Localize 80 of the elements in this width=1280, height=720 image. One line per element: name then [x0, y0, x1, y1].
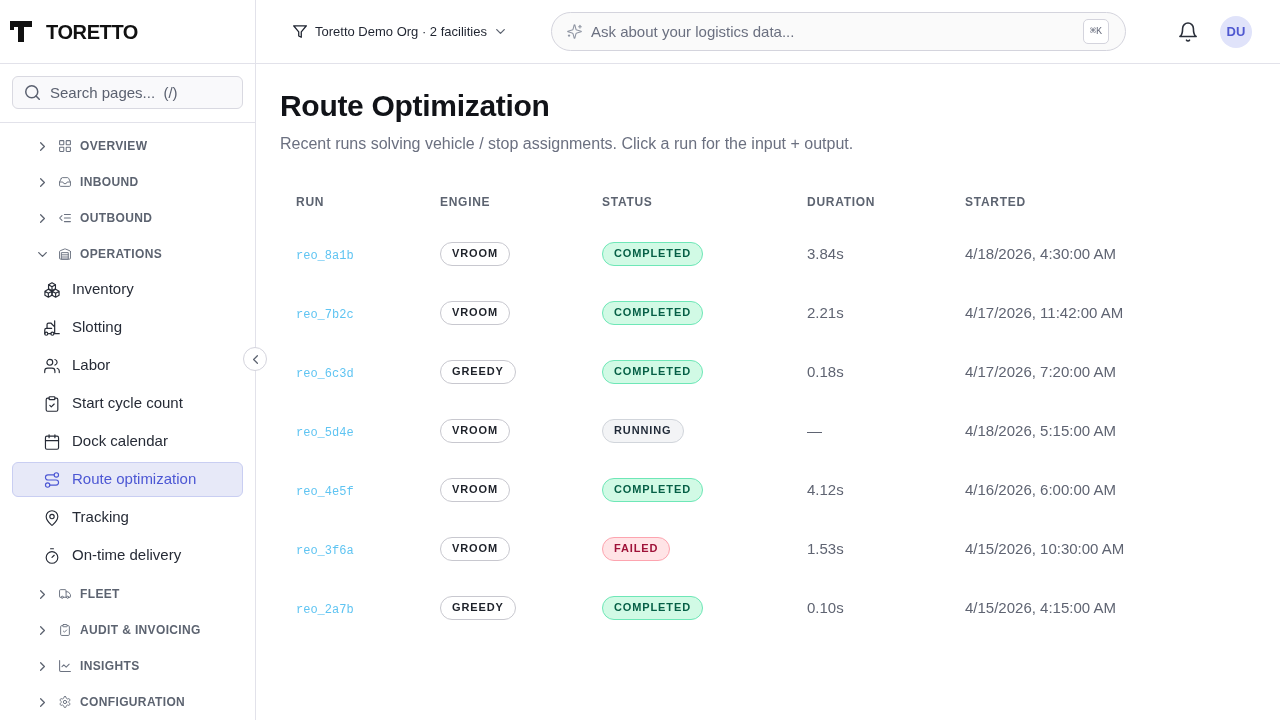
engine-tag: VROOM: [440, 241, 510, 266]
start-time-text: 4/15/2026, 10:30:00 AM: [965, 539, 1125, 557]
bell-icon: [1179, 21, 1197, 42]
duration-text: 4.12s: [807, 480, 844, 498]
stopwatch-icon: [44, 547, 60, 564]
search-field[interactable]: Search pages... (/): [12, 76, 243, 109]
chevron-down-icon: [495, 29, 505, 34]
duration-text: 0.10s: [807, 598, 844, 616]
status-tag: COMPLETED: [602, 359, 703, 384]
start-time-text: 4/16/2026, 6:00:00 AM: [965, 480, 1116, 498]
nav-section-toggle[interactable]: OVERVIEW: [12, 128, 243, 164]
shortcut-key: ⌘K: [1083, 19, 1109, 44]
truck-icon: [59, 588, 71, 600]
users-icon: [44, 357, 60, 374]
warehouse-icon: [59, 248, 71, 260]
nav-item[interactable]: Inventory: [12, 272, 243, 307]
filter-icon: [293, 25, 307, 38]
nav-section-toggle[interactable]: CONFIGURATION: [12, 684, 243, 720]
engine-tag: VROOM: [440, 477, 510, 502]
nav-section-toggle[interactable]: INBOUND: [12, 164, 243, 200]
inbox-icon: [59, 176, 71, 188]
start-time-text: 4/17/2026, 7:20:00 AM: [965, 362, 1116, 380]
clipboard-check-icon: [59, 624, 71, 636]
nav-item[interactable]: On-time delivery: [12, 538, 243, 573]
map-pin-icon: [44, 509, 60, 526]
page-description: Recent runs solving vehicle / stop assignments. Click a run for the input + output.: [280, 134, 854, 154]
chevron-left-icon: [252, 354, 258, 364]
duration-text: 2.21s: [807, 303, 844, 321]
duration-text: 1.53s: [807, 539, 844, 557]
forklift-icon: [44, 319, 60, 336]
settings-icon: [59, 696, 71, 708]
boxes-icon: [44, 281, 60, 298]
nav-item[interactable]: Slotting: [12, 310, 243, 345]
engine-tag: VROOM: [440, 418, 510, 443]
nav-item[interactable]: Labor: [12, 348, 243, 383]
status-tag: COMPLETED: [602, 477, 703, 502]
column-header: STATUS: [602, 195, 653, 209]
column-header: ENGINE: [440, 195, 491, 209]
clipboard-check-icon: [44, 395, 60, 412]
page-title: Route Optimization: [280, 88, 550, 124]
engine-tag: VROOM: [440, 536, 510, 561]
start-time-text: 4/18/2026, 4:30:00 AM: [965, 244, 1116, 262]
start-time-text: 4/17/2026, 11:42:00 AM: [965, 303, 1124, 321]
duration-text: —: [807, 421, 822, 439]
engine-tag: VROOM: [440, 300, 510, 325]
nav-section-toggle[interactable]: AUDIT & INVOICING: [12, 612, 243, 648]
status-tag: RUNNING: [602, 418, 684, 443]
nav-section-toggle[interactable]: FLEET: [12, 576, 243, 612]
engine-tag: GREEDY: [440, 359, 516, 384]
route-icon: [44, 471, 60, 488]
nav-section-toggle[interactable]: OPERATIONS: [12, 236, 243, 272]
engine-tag: GREEDY: [440, 595, 516, 620]
grid-icon: [59, 140, 71, 152]
start-time-text: 4/18/2026, 5:15:00 AM: [965, 421, 1116, 439]
line-chart-icon: [59, 660, 71, 672]
calendar-icon: [44, 433, 60, 450]
nav-item[interactable]: Route optimization: [12, 462, 243, 497]
list-arrow-icon: [59, 212, 71, 224]
status-tag: COMPLETED: [602, 595, 703, 620]
nav-section-toggle[interactable]: INSIGHTS: [12, 648, 243, 684]
user-avatar[interactable]: DU: [1220, 15, 1252, 48]
notifications-button[interactable]: [1179, 21, 1197, 42]
column-header: DURATION: [807, 195, 876, 209]
search-icon: [25, 85, 40, 100]
status-tag: COMPLETED: [602, 300, 703, 325]
nav-item[interactable]: Tracking: [12, 500, 243, 535]
nav-item[interactable]: Dock calendar: [12, 424, 243, 459]
nav-item[interactable]: Start cycle count: [12, 386, 243, 421]
duration-text: 3.84s: [807, 244, 844, 262]
column-header: RUN: [296, 195, 325, 209]
logo-icon: [10, 21, 32, 42]
nav-section-toggle[interactable]: OUTBOUND: [12, 200, 243, 236]
status-tag: COMPLETED: [602, 241, 703, 266]
sparkles-icon: [567, 24, 582, 39]
duration-text: 0.18s: [807, 362, 844, 380]
brand-name: TORETTO: [46, 19, 139, 45]
column-header: STARTED: [965, 195, 1026, 209]
status-tag: FAILED: [602, 536, 671, 561]
org-filter-button[interactable]: Toretto Demo Org · 2 facilities: [285, 15, 513, 48]
start-time-text: 4/15/2026, 4:15:00 AM: [965, 598, 1116, 616]
